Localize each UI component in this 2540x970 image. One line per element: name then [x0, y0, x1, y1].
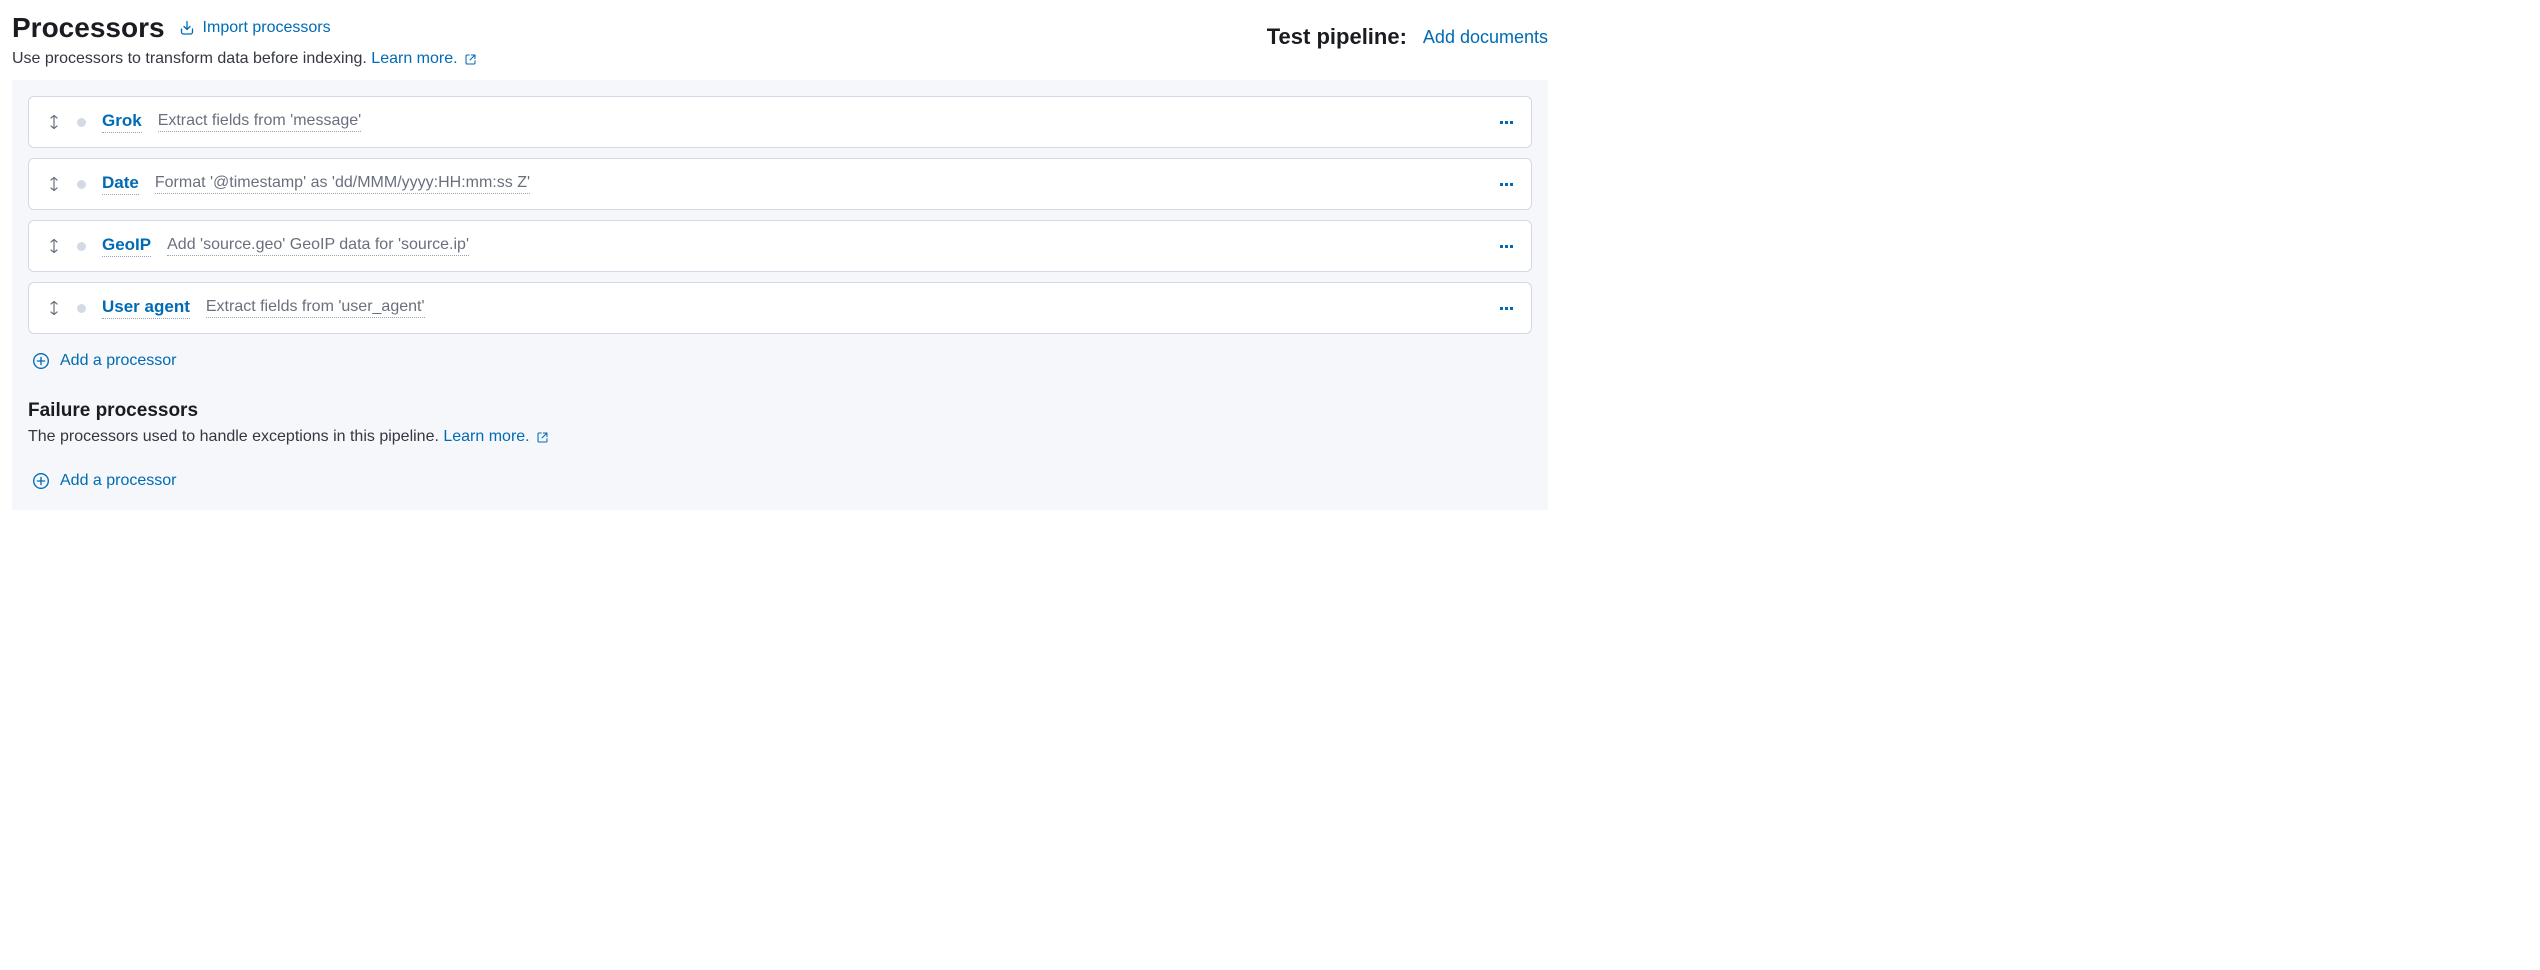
import-processors-label: Import processors: [203, 19, 331, 37]
header-right: Test pipeline: Add documents: [1267, 12, 1548, 50]
test-pipeline-label: Test pipeline:: [1267, 24, 1407, 50]
import-icon: [179, 20, 195, 36]
page-title: Processors: [12, 12, 165, 44]
more-actions-icon[interactable]: [1500, 183, 1513, 186]
processor-list: Grok Extract fields from 'message' Date For…: [28, 96, 1532, 334]
failure-title: Failure processors: [28, 400, 1532, 422]
drag-handle-icon[interactable]: [47, 114, 61, 130]
status-dot-icon: [77, 242, 86, 251]
drag-handle-icon[interactable]: [47, 238, 61, 254]
add-failure-processor-button[interactable]: Add a processor: [28, 464, 181, 494]
title-line: Processors Import processors: [12, 12, 477, 44]
processor-name[interactable]: Date: [102, 173, 139, 195]
add-processor-label: Add a processor: [60, 352, 177, 370]
processors-panel: Grok Extract fields from 'message' Date For…: [12, 80, 1548, 510]
subtitle: Use processors to transform data before …: [12, 50, 477, 68]
status-dot-icon: [77, 180, 86, 189]
more-actions-icon[interactable]: [1500, 245, 1513, 248]
processor-name[interactable]: Grok: [102, 111, 142, 133]
failure-section: Failure processors The processors used t…: [28, 400, 1532, 494]
header: Processors Import processors Use process…: [12, 12, 1548, 68]
processor-description[interactable]: Add 'source.geo' GeoIP data for 'source.…: [167, 236, 469, 256]
subtitle-text: Use processors to transform data before …: [12, 50, 371, 67]
learn-more-label: Learn more.: [371, 50, 457, 68]
more-actions-icon[interactable]: [1500, 121, 1513, 124]
processor-row: Grok Extract fields from 'message': [28, 96, 1532, 148]
processor-description[interactable]: Extract fields from 'message': [158, 112, 362, 132]
processor-row: User agent Extract fields from 'user_agen…: [28, 282, 1532, 334]
add-processor-button[interactable]: Add a processor: [28, 344, 181, 374]
header-left: Processors Import processors Use process…: [12, 12, 477, 68]
plus-circle-icon: [32, 352, 50, 370]
status-dot-icon: [77, 304, 86, 313]
processor-row: GeoIP Add 'source.geo' GeoIP data for 'so…: [28, 220, 1532, 272]
processor-description[interactable]: Extract fields from 'user_agent': [206, 298, 425, 318]
failure-desc-text: The processors used to handle exceptions…: [28, 428, 443, 445]
external-link-icon: [464, 53, 477, 66]
drag-handle-icon[interactable]: [47, 176, 61, 192]
more-actions-icon[interactable]: [1500, 307, 1513, 310]
drag-handle-icon[interactable]: [47, 300, 61, 316]
failure-learn-more-label: Learn more.: [443, 428, 529, 446]
external-link-icon: [536, 431, 549, 444]
processor-row: Date Format '@timestamp' as 'dd/MMM/yyyy:…: [28, 158, 1532, 210]
add-failure-processor-label: Add a processor: [60, 472, 177, 490]
failure-description: The processors used to handle exceptions…: [28, 428, 1532, 446]
plus-circle-icon: [32, 472, 50, 490]
processor-name[interactable]: User agent: [102, 297, 190, 319]
failure-learn-more-link[interactable]: Learn more.: [443, 428, 548, 446]
processor-name[interactable]: GeoIP: [102, 235, 151, 257]
status-dot-icon: [77, 118, 86, 127]
add-documents-link[interactable]: Add documents: [1423, 27, 1548, 48]
processor-description[interactable]: Format '@timestamp' as 'dd/MMM/yyyy:HH:m…: [155, 174, 530, 194]
import-processors-link[interactable]: Import processors: [179, 19, 331, 37]
learn-more-link[interactable]: Learn more.: [371, 50, 476, 68]
